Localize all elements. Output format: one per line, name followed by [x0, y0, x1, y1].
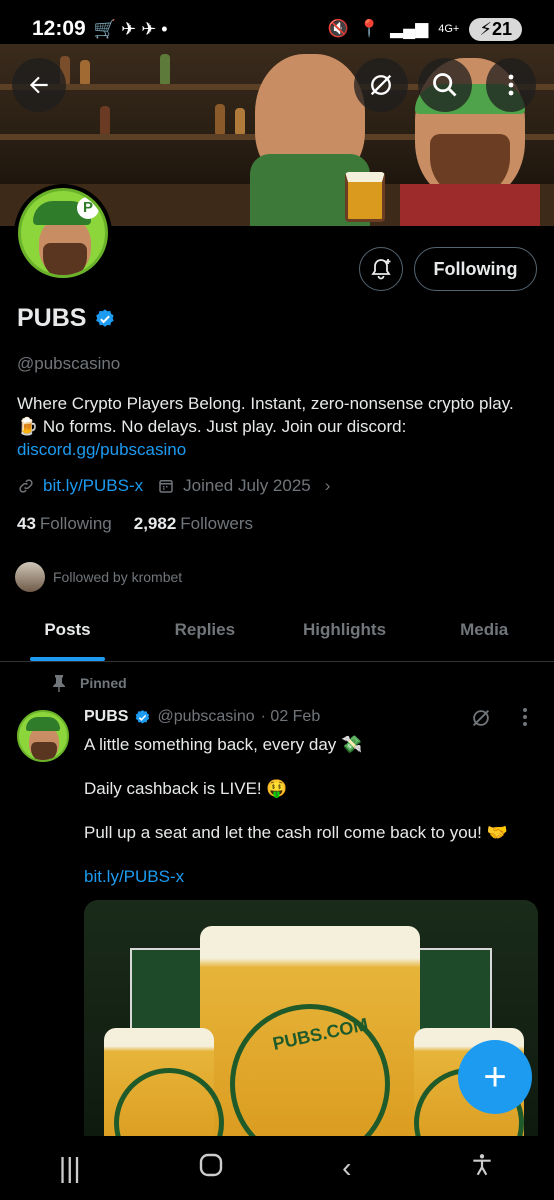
following-count-link[interactable]: 43 Following [17, 514, 112, 534]
home-icon[interactable] [198, 1152, 224, 1185]
notifications-toggle-button[interactable] [359, 247, 403, 291]
post-date: · 02 Feb [260, 708, 321, 725]
tab-highlights[interactable]: Highlights [275, 606, 415, 661]
post-line-1: A little something back, every day 💸 [84, 735, 363, 754]
following-button[interactable]: Following [414, 247, 537, 291]
chevron-right-icon[interactable]: › [325, 476, 331, 496]
calendar-icon [159, 480, 173, 493]
post-link[interactable]: bit.ly/PUBS-x [84, 866, 524, 888]
followers-count-link[interactable]: 2,982 Followers [134, 514, 253, 534]
signal-icon: ▂▄▆ [390, 19, 429, 38]
tab-replies[interactable]: Replies [135, 606, 275, 661]
post-actions-top [470, 707, 528, 729]
network-type: 4G+ [438, 23, 460, 35]
grok-button[interactable] [354, 58, 408, 112]
followed-by-text: Followed by krombet [53, 569, 183, 585]
post-line-2: Daily cashback is LIVE! 🤑 [84, 779, 288, 798]
more-vertical-icon [508, 74, 514, 96]
profile-name: PUBS [17, 304, 87, 332]
battery-indicator: ⚡21 [469, 17, 522, 41]
follow-counts: 43 Following 2,982 Followers [17, 514, 253, 534]
more-options-button[interactable] [486, 58, 536, 112]
post-line-3: Pull up a seat and let the cash roll com… [84, 823, 508, 842]
grok-icon[interactable] [470, 707, 492, 729]
mute-icon: 🔇 [327, 19, 349, 38]
back-nav-icon[interactable]: ‹ [342, 1152, 351, 1184]
pinned-label-row: Pinned [52, 674, 127, 692]
arrow-left-icon [29, 76, 48, 94]
tab-media[interactable]: Media [414, 606, 554, 661]
plus-icon: + [483, 1054, 507, 1099]
post-text: A little something back, every day 💸 Dai… [84, 734, 524, 910]
profile-website-link[interactable]: bit.ly/PUBS-x [43, 476, 143, 496]
followed-by-row[interactable]: Followed by krombet [15, 562, 182, 592]
status-notification-icons: 🛒 ✈ ✈ • [93, 18, 168, 39]
profile-meta-row: bit.ly/PUBS-x Joined July 2025 › [17, 476, 330, 496]
avatar: P [18, 188, 108, 278]
search-icon [433, 73, 457, 97]
post-author-name[interactable]: PUBS [84, 708, 128, 726]
profile-name-row: PUBS [17, 304, 116, 333]
bell-plus-icon [371, 259, 391, 280]
verified-badge-icon [96, 308, 115, 327]
profile-handle: @pubscasino [17, 354, 121, 373]
verified-badge-icon [136, 709, 150, 724]
profile-joined-date: Joined July 2025 [183, 476, 311, 495]
bio-discord-link[interactable]: discord.gg/pubscasino [17, 438, 527, 461]
tab-posts[interactable]: Posts [0, 606, 135, 661]
post-header: PUBS @pubscasino · 02 Feb [84, 708, 320, 726]
profile-avatar-wrapper[interactable]: P [14, 184, 112, 282]
profile-bio: Where Crypto Players Belong. Instant, ze… [17, 392, 527, 461]
recent-apps-icon[interactable]: ||| [59, 1152, 81, 1184]
grok-icon [370, 74, 392, 96]
bio-text: Where Crypto Players Belong. Instant, ze… [17, 394, 514, 436]
profile-tabs: Posts Replies Highlights Media [0, 606, 554, 662]
post-author-avatar[interactable] [17, 710, 69, 762]
more-vertical-icon[interactable] [522, 707, 528, 727]
link-icon [19, 479, 33, 493]
post-author-handle: @pubscasino [157, 708, 255, 725]
pin-icon [53, 675, 65, 692]
location-icon: 📍 [358, 19, 381, 38]
status-bar: 12:09 🛒 ✈ ✈ • 🔇 📍 ▂▄▆ 4G+ ⚡21 [0, 0, 554, 58]
status-time: 12:09 [32, 17, 86, 40]
back-button[interactable] [12, 58, 66, 112]
follower-avatar [15, 562, 45, 592]
search-button[interactable] [418, 58, 472, 112]
accessibility-icon[interactable] [469, 1152, 495, 1185]
compose-button[interactable]: + [458, 1040, 532, 1114]
system-nav-bar: ||| ‹ [0, 1136, 554, 1200]
pinned-label: Pinned [80, 675, 127, 691]
status-system-icons: 🔇 📍 ▂▄▆ 4G+ ⚡21 [327, 17, 522, 41]
